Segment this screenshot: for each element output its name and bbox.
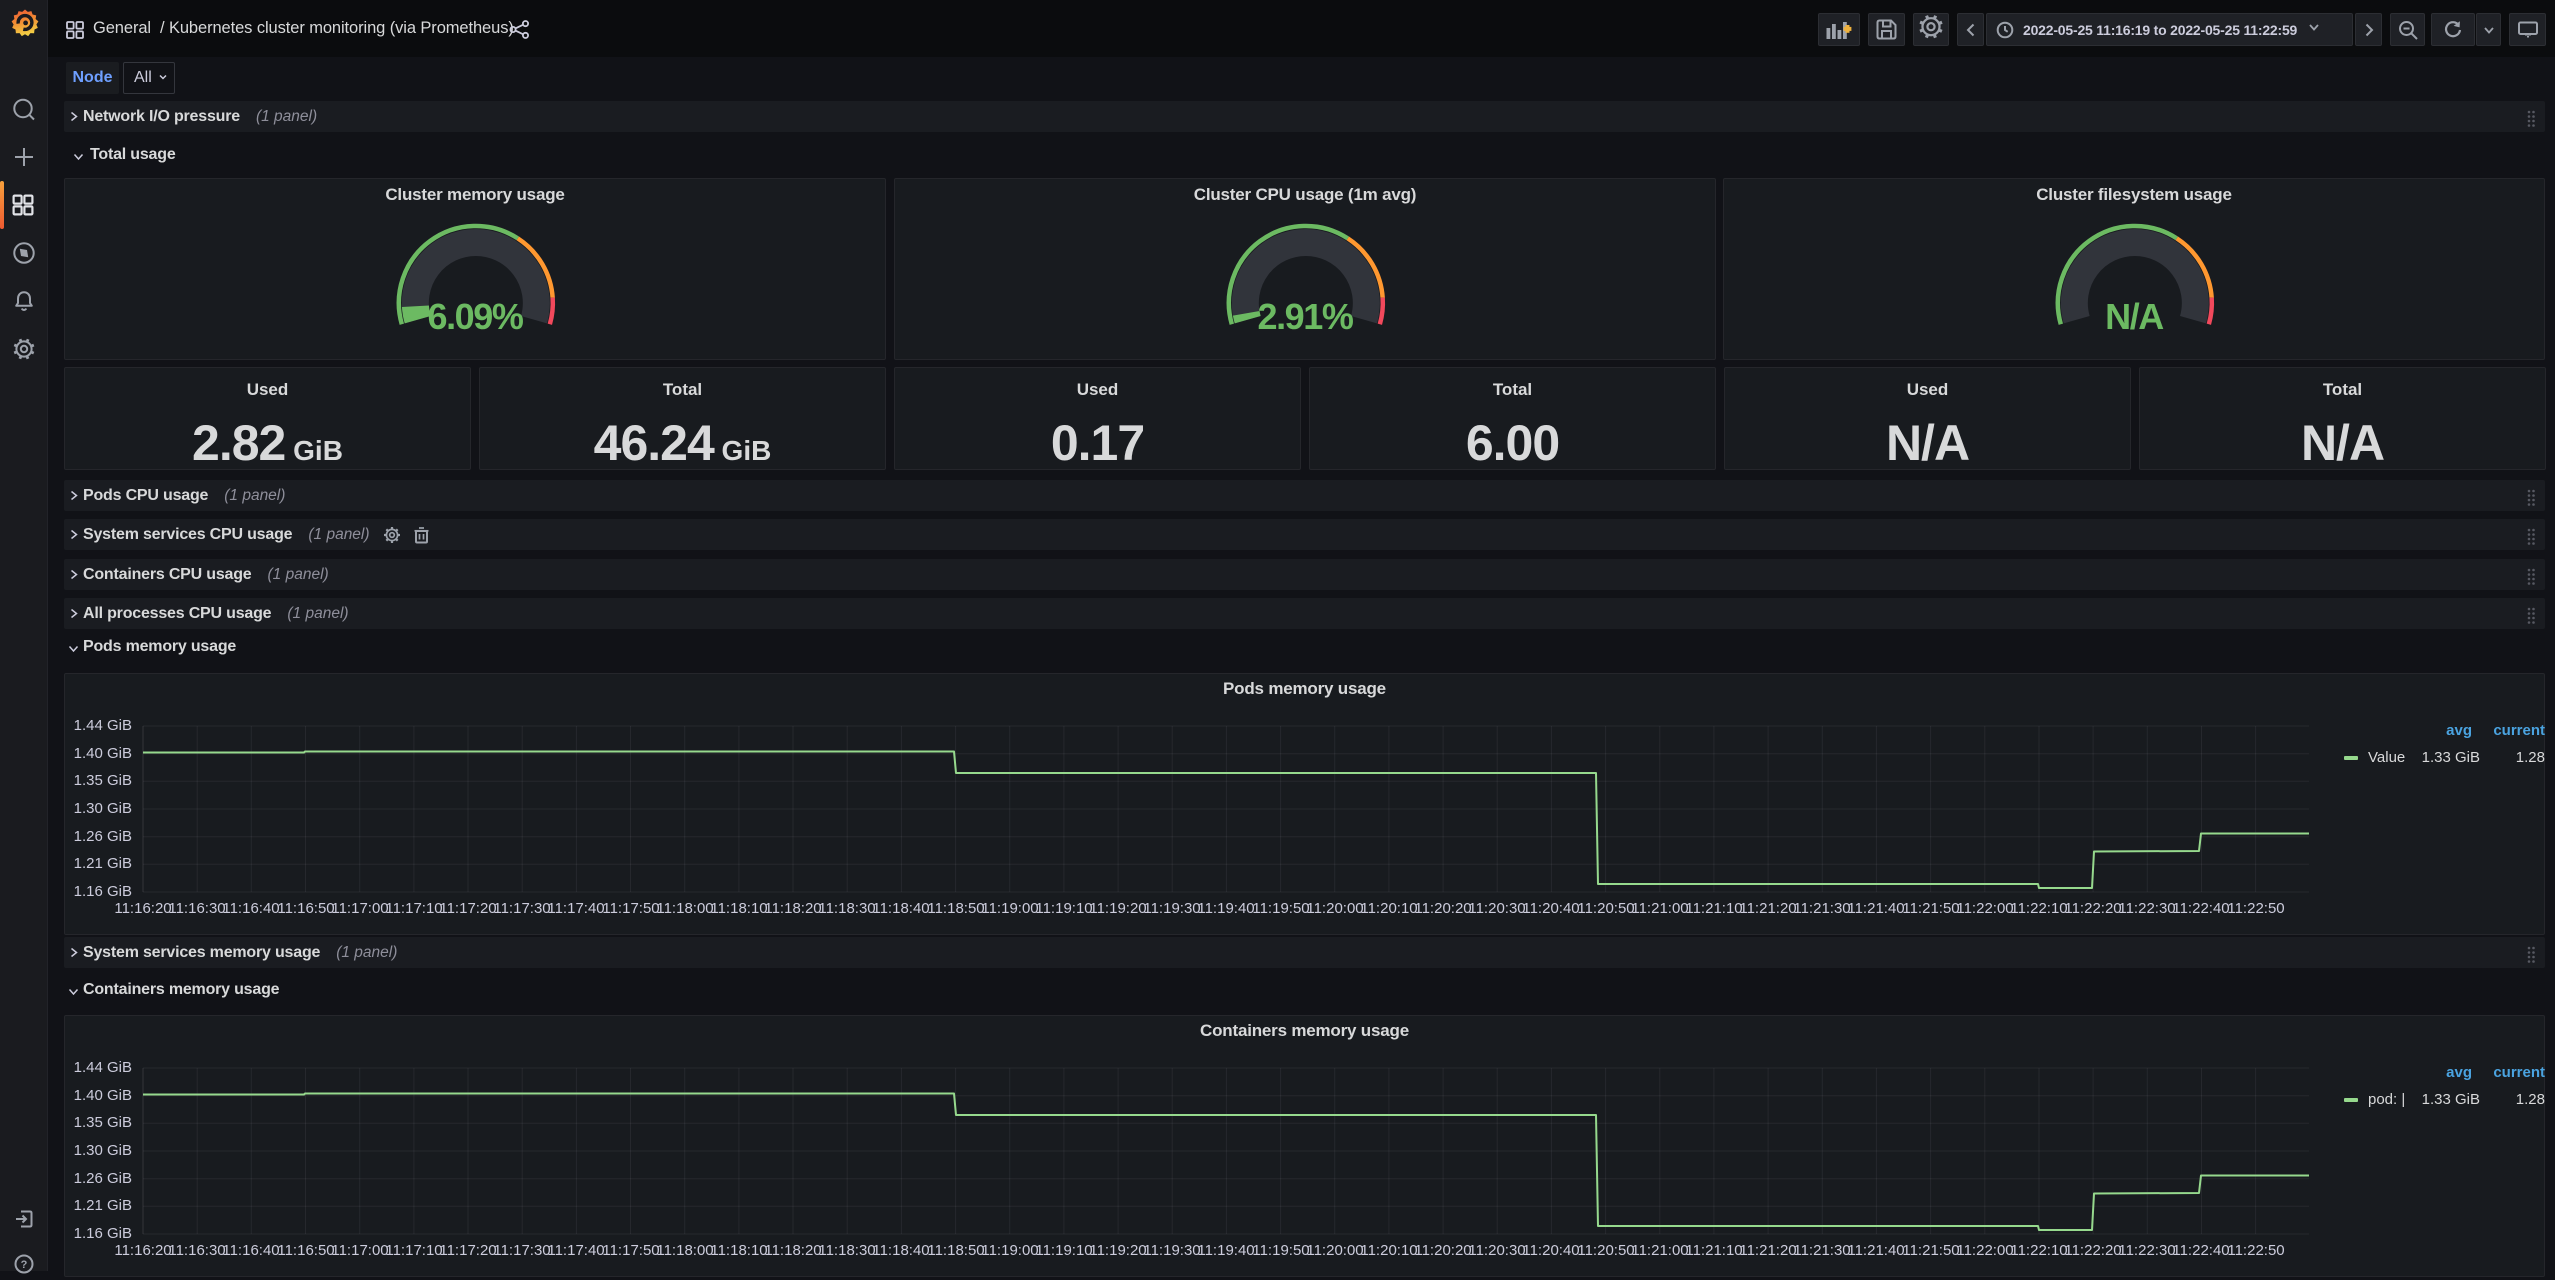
svg-text:?: ? bbox=[21, 1259, 28, 1271]
